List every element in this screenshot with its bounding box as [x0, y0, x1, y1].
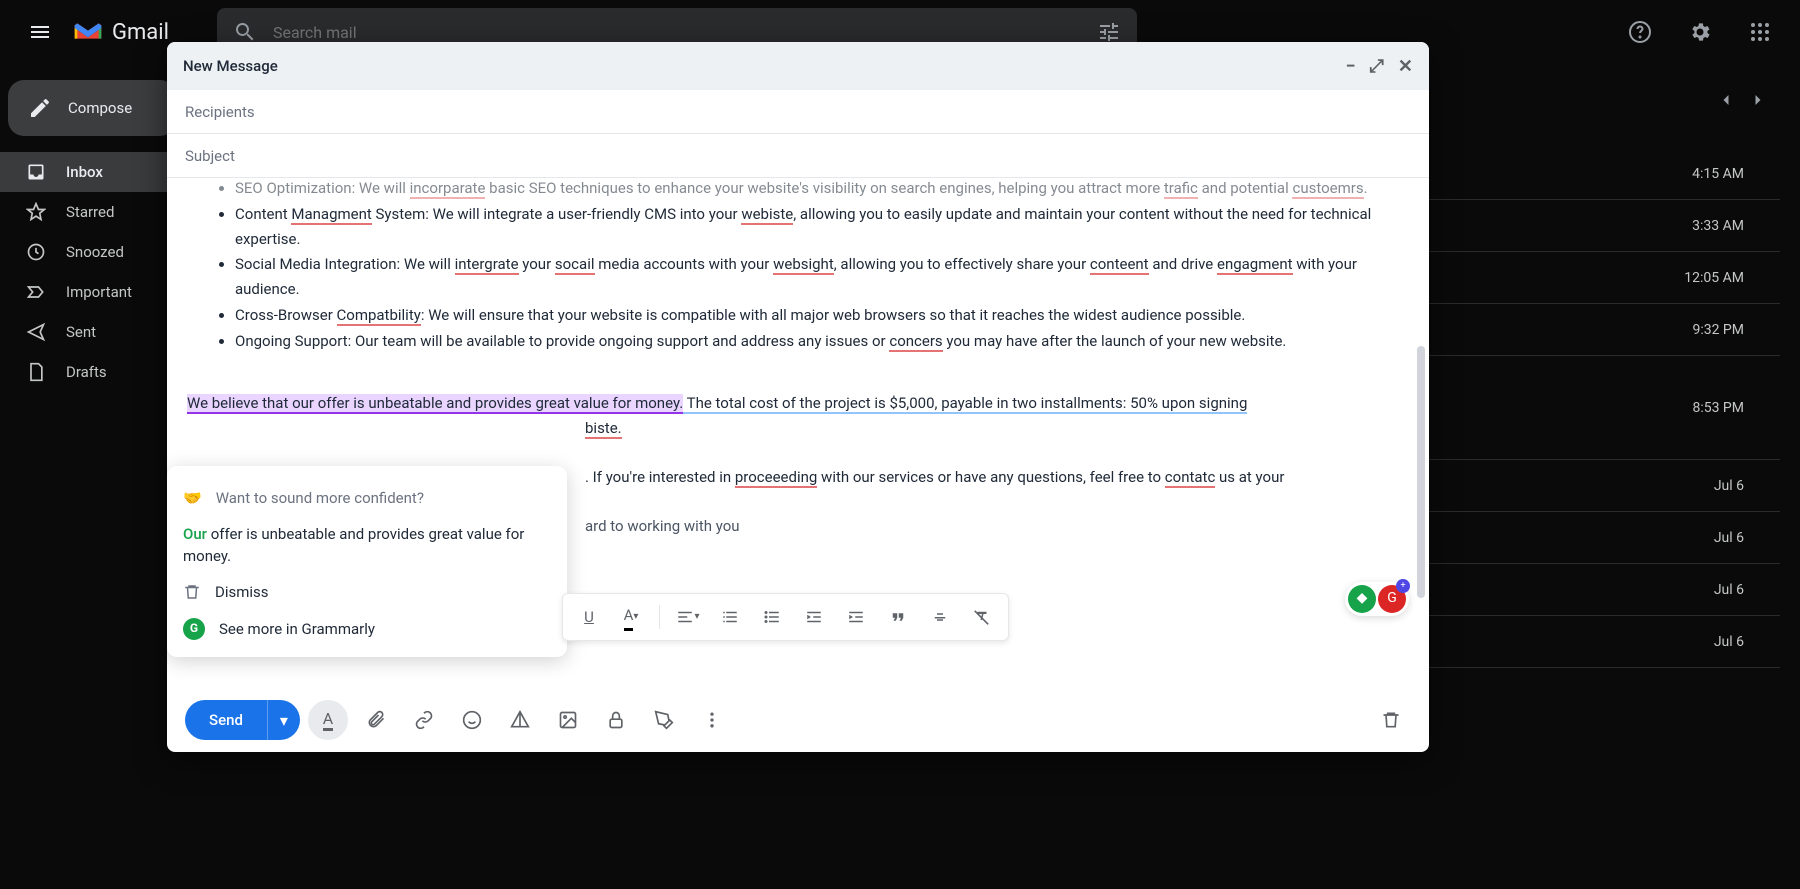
tune-icon[interactable] — [1097, 20, 1121, 44]
body-bullet: SEO Optimization: We will incorparate ba… — [235, 178, 1409, 201]
format-toggle-button[interactable]: A — [308, 700, 348, 740]
mail-time: 4:15 AM — [1692, 166, 1744, 182]
nav-label: Starred — [66, 203, 114, 221]
search-icon — [233, 20, 257, 44]
compose-body[interactable]: SEO Optimization: We will incorparate ba… — [167, 178, 1429, 688]
align-button[interactable]: ▾ — [670, 599, 706, 635]
grammarly-prompt: 🤝Want to sound more confident? — [183, 480, 551, 517]
topbar-actions — [1616, 8, 1784, 56]
format-toolbar: U A ▾ ▾ — [562, 593, 1009, 641]
numbered-list-button[interactable] — [712, 599, 748, 635]
nav-label: Drafts — [66, 363, 107, 381]
image-button[interactable] — [548, 700, 588, 740]
grammarly-popup: 🤝Want to sound more confident? Our offer… — [167, 466, 567, 657]
text-color-button[interactable]: A ▾ — [613, 599, 649, 635]
recipients-field[interactable]: Recipients — [167, 90, 1429, 134]
gmail-logo[interactable]: Gmail — [72, 20, 169, 45]
emoji-button[interactable] — [452, 700, 492, 740]
mail-time: 3:33 AM — [1692, 218, 1744, 234]
indent-less-button[interactable] — [796, 599, 832, 635]
search-input[interactable] — [273, 23, 1081, 42]
star-icon — [26, 202, 46, 222]
compose-window-controls: − ⤢ ✕ — [1346, 56, 1413, 77]
body-bullet: Ongoing Support: Our team will be availa… — [235, 329, 1409, 354]
confidential-button[interactable] — [596, 700, 636, 740]
grammarly-logo-icon: G — [183, 618, 205, 640]
grammarly-more[interactable]: GSee more in Grammarly — [183, 611, 551, 648]
send-label: Send — [185, 700, 267, 740]
body-bullet: Cross-Browser Compatbility: We will ensu… — [235, 303, 1409, 328]
nav-label: Snoozed — [66, 243, 124, 261]
draft-icon — [26, 362, 46, 382]
compose-footer: Send ▾ A — [167, 688, 1429, 752]
mail-time: Jul 6 — [1714, 634, 1744, 650]
strikethrough-button[interactable] — [922, 599, 958, 635]
inbox-icon — [26, 162, 46, 182]
body-paragraph: We believe that our offer is unbeatable … — [187, 391, 1409, 416]
compose-button[interactable]: Compose — [8, 80, 176, 136]
grammarly-status-icon[interactable]: G+ — [1378, 585, 1406, 613]
send-icon — [26, 322, 46, 342]
minimize-icon[interactable]: − — [1346, 56, 1356, 77]
link-button[interactable] — [404, 700, 444, 740]
mail-time: 12:05 AM — [1684, 270, 1744, 286]
compose-window: New Message − ⤢ ✕ Recipients Subject SEO… — [167, 42, 1429, 752]
trash-icon — [183, 583, 201, 601]
compose-title: New Message — [183, 57, 278, 75]
compose-label: Compose — [68, 99, 132, 117]
clear-format-button[interactable] — [964, 599, 1000, 635]
grammarly-suggestion[interactable]: Our offer is unbeatable and provides gre… — [183, 517, 551, 574]
body-paragraph: . If you're interested in proceeeding wi… — [585, 465, 1409, 490]
mail-time: Jul 6 — [1714, 478, 1744, 494]
mail-time: 9:32 PM — [1692, 322, 1744, 338]
mail-time: 8:53 PM — [1692, 400, 1744, 416]
compose-header[interactable]: New Message − ⤢ ✕ — [167, 42, 1429, 90]
mail-time: Jul 6 — [1714, 582, 1744, 598]
indent-more-button[interactable] — [838, 599, 874, 635]
send-button[interactable]: Send ▾ — [185, 700, 300, 740]
quote-button[interactable] — [880, 599, 916, 635]
grammarly-dismiss[interactable]: Dismiss — [183, 574, 551, 611]
drive-button[interactable] — [500, 700, 540, 740]
nav-label: Sent — [66, 323, 96, 341]
body-paragraph: ard to working with you — [585, 514, 1409, 539]
send-dropdown[interactable]: ▾ — [267, 700, 300, 740]
body-bullet: Social Media Integration: We will interg… — [235, 252, 1409, 302]
bullet-list-button[interactable] — [754, 599, 790, 635]
expand-icon[interactable]: ⤢ — [1370, 56, 1384, 77]
body-bullet: Content Managment System: We will integr… — [235, 202, 1409, 252]
signature-button[interactable] — [644, 700, 684, 740]
grammarly-fab[interactable]: ◆ G+ — [1345, 582, 1409, 616]
more-button[interactable] — [692, 700, 732, 740]
nav-label: Important — [66, 283, 132, 301]
pencil-icon — [28, 96, 52, 120]
underline-button[interactable]: U — [571, 599, 607, 635]
clock-icon — [26, 242, 46, 262]
attach-button[interactable] — [356, 700, 396, 740]
scrollbar-thumb[interactable] — [1417, 346, 1425, 598]
close-icon[interactable]: ✕ — [1398, 56, 1413, 77]
apps-icon[interactable] — [1736, 8, 1784, 56]
grammarly-accept-icon[interactable]: ◆ — [1348, 585, 1376, 613]
mail-time: Jul 6 — [1714, 530, 1744, 546]
discard-button[interactable] — [1371, 700, 1411, 740]
body-paragraph: biste. — [585, 416, 1409, 441]
menu-icon[interactable] — [16, 8, 64, 56]
help-icon[interactable] — [1616, 8, 1664, 56]
settings-icon[interactable] — [1676, 8, 1724, 56]
nav-label: Inbox — [66, 163, 103, 181]
gmail-text: Gmail — [112, 20, 169, 45]
important-icon — [26, 282, 46, 302]
subject-field[interactable]: Subject — [167, 134, 1429, 178]
